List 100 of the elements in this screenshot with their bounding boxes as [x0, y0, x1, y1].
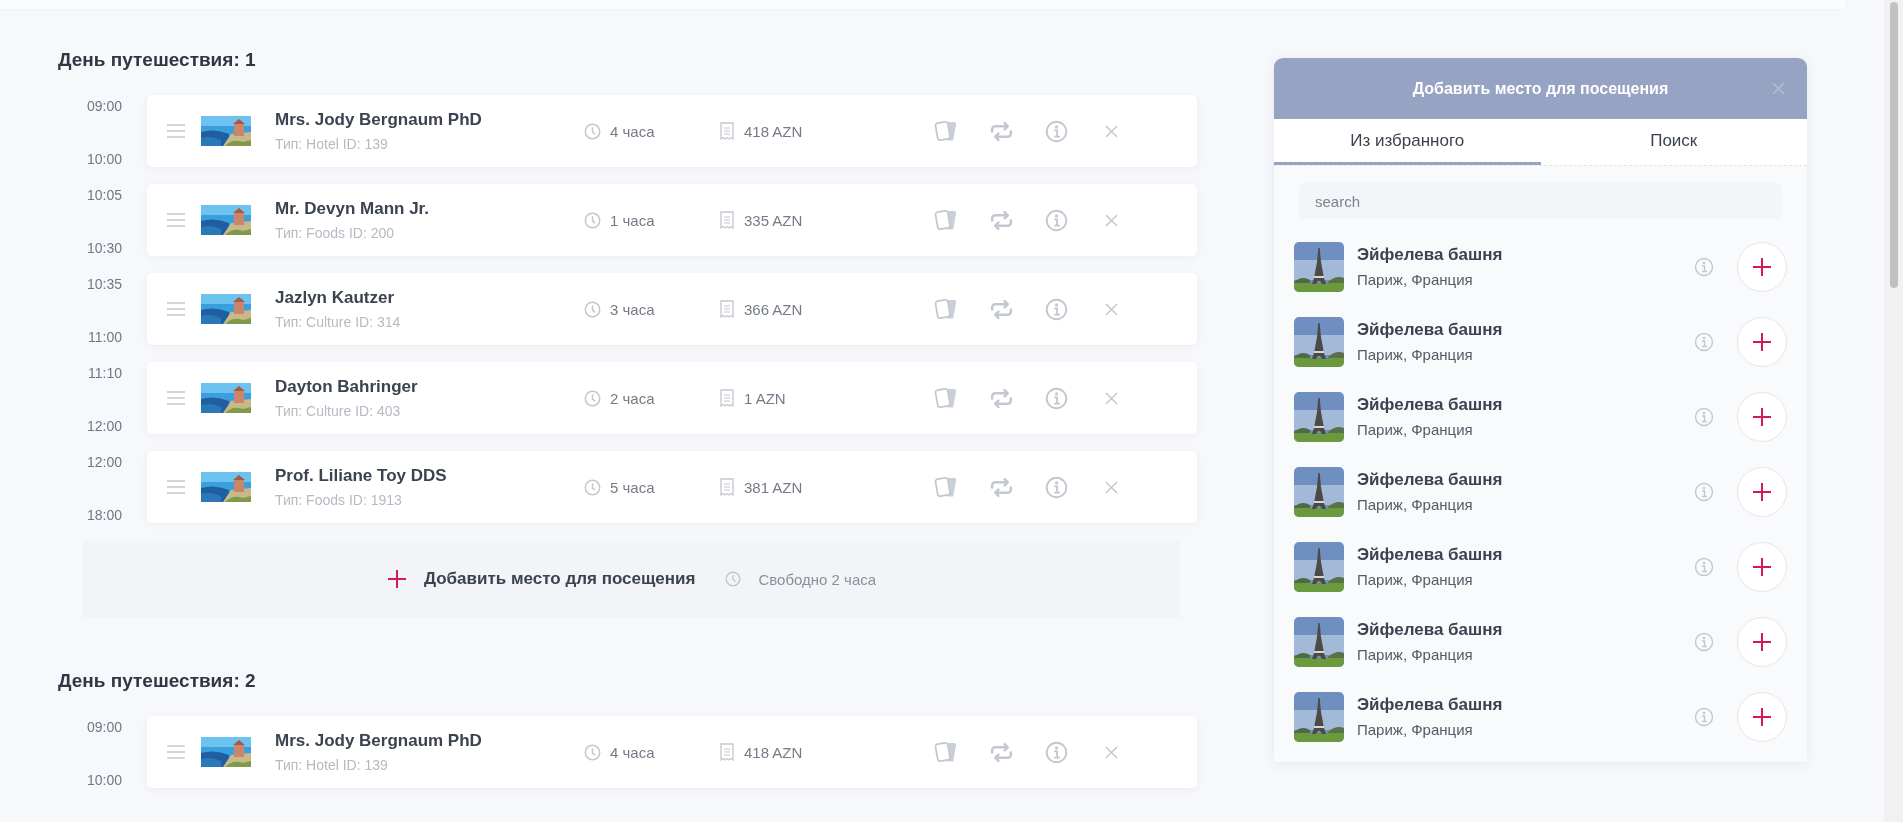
cards-icon[interactable] [934, 475, 959, 499]
place-meta: Тип: Culture ID: 314 [275, 314, 402, 330]
duration: 3 часа [610, 300, 656, 318]
clock-icon [584, 389, 601, 407]
price: 381 AZN [744, 478, 804, 496]
tab[interactable]: Поиск [1540, 119, 1807, 165]
end-time: 10:00 [86, 151, 122, 167]
start-time: 09:00 [86, 98, 122, 114]
close-icon[interactable] [1772, 82, 1785, 95]
cards-icon[interactable] [934, 740, 959, 764]
drag-handle-icon[interactable] [166, 124, 186, 138]
repeat-icon[interactable] [989, 740, 1014, 764]
place-name: Mrs. Jody Bergnaum PhD [275, 731, 483, 751]
place-name: Эйфелева башня [1357, 245, 1504, 265]
info-icon[interactable] [1694, 256, 1714, 277]
clock-icon [725, 571, 742, 587]
info-icon[interactable] [1044, 297, 1069, 321]
cards-icon[interactable] [934, 119, 959, 143]
info-icon[interactable] [1694, 406, 1714, 427]
add-button[interactable] [1737, 691, 1787, 742]
info-icon[interactable] [1694, 481, 1714, 502]
place-location: Париж, Франция [1357, 571, 1474, 588]
drag-handle-icon[interactable] [166, 480, 186, 494]
scrollbar[interactable] [1884, 0, 1903, 822]
place-location: Париж, Франция [1357, 271, 1474, 288]
price: 366 AZN [744, 300, 804, 318]
duration: 4 часа [610, 743, 656, 761]
place-name: Jazlyn Kautzer [275, 288, 396, 308]
info-icon[interactable] [1694, 331, 1714, 352]
end-time: 10:30 [86, 240, 122, 256]
receipt-icon [720, 211, 734, 229]
place-location: Париж, Франция [1357, 421, 1474, 438]
close-icon[interactable] [1105, 124, 1118, 138]
place-name: Эйфелева башня [1357, 620, 1504, 640]
place-name: Mrs. Jody Bergnaum PhD [275, 110, 483, 130]
start-time: 10:35 [86, 276, 122, 292]
add-button[interactable] [1737, 541, 1787, 592]
drag-handle-icon[interactable] [166, 391, 186, 405]
start-time: 12:00 [86, 454, 122, 470]
place-meta: Тип: Hotel ID: 139 [275, 136, 389, 152]
plus-icon [1752, 406, 1772, 427]
cards-icon[interactable] [934, 208, 959, 232]
cards-icon[interactable] [934, 297, 959, 321]
place-meta: Тип: Culture ID: 403 [275, 403, 402, 419]
add-place-button[interactable]: Добавить место для посещения [423, 569, 696, 589]
repeat-icon[interactable] [989, 297, 1014, 321]
day-title: День путешествия: 2 [58, 670, 257, 692]
place-location: Париж, Франция [1357, 496, 1474, 513]
place-meta: Тип: Hotel ID: 139 [275, 757, 389, 773]
place-meta: Тип: Foods ID: 200 [275, 225, 396, 241]
end-time: 10:00 [86, 772, 122, 788]
price: 418 AZN [744, 122, 804, 140]
end-time: 11:00 [88, 329, 122, 345]
end-time: 18:00 [86, 507, 122, 523]
info-icon[interactable] [1694, 706, 1714, 727]
drag-handle-icon[interactable] [166, 745, 186, 759]
repeat-icon[interactable] [989, 386, 1014, 410]
day-title: День путешествия: 1 [58, 49, 257, 71]
repeat-icon[interactable] [989, 208, 1014, 232]
info-icon[interactable] [1044, 208, 1069, 232]
add-button[interactable] [1737, 466, 1787, 517]
repeat-icon[interactable] [989, 119, 1014, 143]
close-icon[interactable] [1105, 213, 1118, 227]
drag-handle-icon[interactable] [166, 302, 186, 316]
add-button[interactable] [1737, 391, 1787, 442]
tab[interactable]: Из избранного [1274, 119, 1541, 165]
add-button[interactable] [1737, 241, 1787, 292]
info-icon[interactable] [1694, 556, 1714, 577]
info-icon[interactable] [1044, 119, 1069, 143]
end-time: 12:00 [86, 418, 122, 434]
search-field[interactable]: search [1299, 183, 1782, 219]
clock-icon [584, 743, 601, 761]
place-location: Париж, Франция [1357, 346, 1474, 363]
clock-icon [584, 478, 601, 496]
cards-icon[interactable] [934, 386, 959, 410]
free-time: Свободно 2 часа [758, 570, 877, 588]
place-name: Эйфелева башня [1357, 470, 1504, 490]
info-icon[interactable] [1044, 740, 1069, 764]
duration: 2 часа [610, 389, 656, 407]
drag-handle-icon[interactable] [166, 213, 186, 227]
close-icon[interactable] [1105, 745, 1118, 759]
receipt-icon [720, 743, 734, 761]
close-icon[interactable] [1105, 480, 1118, 494]
info-icon[interactable] [1044, 475, 1069, 499]
place-name: Эйфелева башня [1357, 395, 1504, 415]
info-icon[interactable] [1694, 631, 1714, 652]
place-location: Париж, Франция [1357, 721, 1474, 738]
info-icon[interactable] [1044, 386, 1069, 410]
receipt-icon [720, 122, 734, 140]
plus-icon[interactable] [386, 569, 407, 589]
add-button[interactable] [1737, 616, 1787, 667]
repeat-icon[interactable] [989, 475, 1014, 499]
panel-title: Добавить место для посещения [1412, 79, 1669, 98]
plus-icon [1752, 556, 1772, 577]
place-meta: Тип: Foods ID: 1913 [275, 492, 403, 508]
close-icon[interactable] [1105, 302, 1118, 316]
place-name: Эйфелева башня [1357, 695, 1504, 715]
receipt-icon [720, 478, 734, 496]
add-button[interactable] [1737, 316, 1787, 367]
close-icon[interactable] [1105, 391, 1118, 405]
